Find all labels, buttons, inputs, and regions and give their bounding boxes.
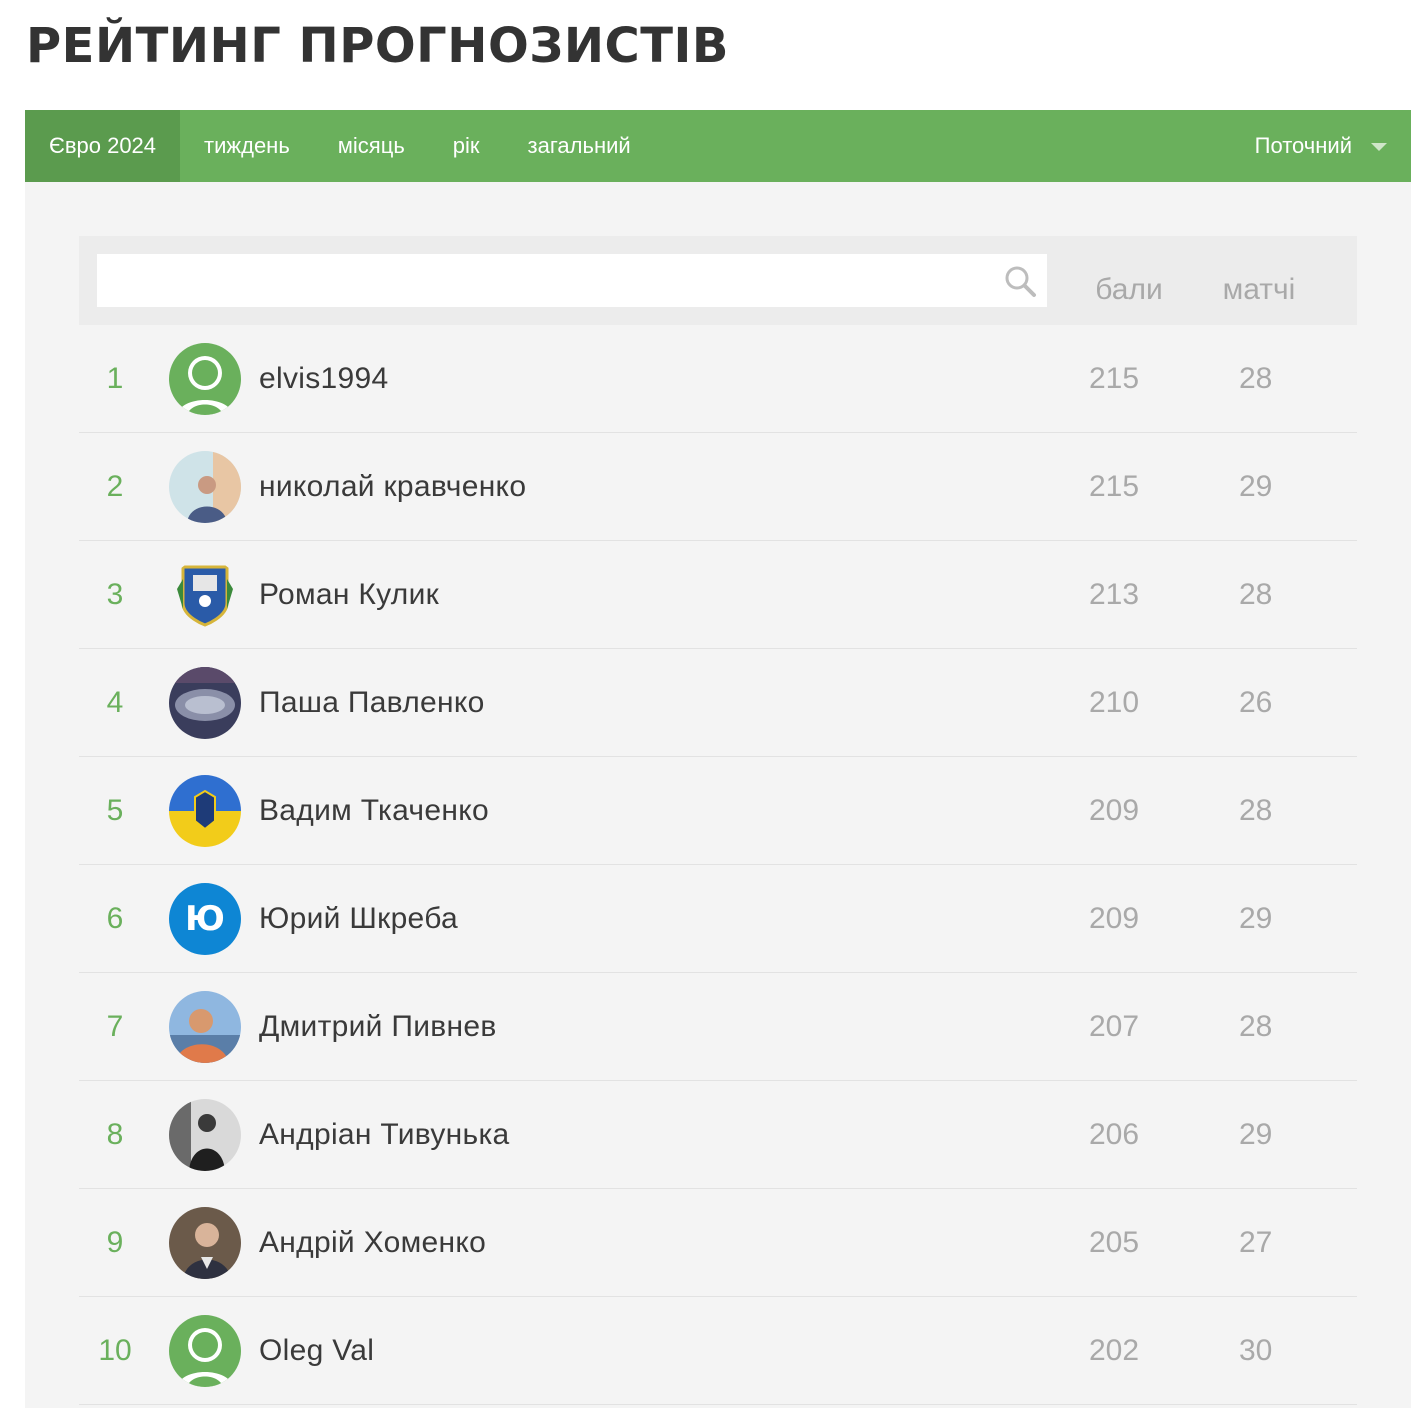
points-value: 209 [1089,902,1140,935]
avatar[interactable] [169,775,241,847]
rank-number: 2 [106,470,124,503]
matches-value: 29 [1239,470,1273,503]
period-tabbar: Євро 2024 тиждень місяць рік загальний П… [25,110,1411,182]
matches-value: 28 [1239,578,1273,611]
user-name-link[interactable]: николай кравченко [259,433,526,540]
user-name-link[interactable]: elvis1994 [259,325,388,432]
matches-value: 29 [1239,902,1273,935]
points-value: 213 [1089,578,1140,611]
avatar[interactable] [169,991,241,1063]
rank-number: 4 [106,686,124,719]
search-field [97,254,1047,307]
tab-spacer [655,110,1255,182]
matches-value: 28 [1239,1010,1273,1043]
table-row[interactable]: 8 Андріан Тивунька 206 29 [79,1081,1357,1189]
matches-value: 30 [1239,1334,1273,1367]
avatar[interactable]: Ю [169,883,241,955]
page-title: РЕЙТИНГ ПРОГНОЗИСТІВ [26,18,729,74]
points-value: 202 [1089,1334,1140,1367]
avatar[interactable] [169,451,241,523]
tab-month[interactable]: місяць [314,110,429,182]
user-name-link[interactable]: Андріан Тивунька [259,1081,510,1188]
period-dropdown[interactable]: Поточний [1255,110,1411,182]
rank-number: 8 [106,1118,124,1151]
avatar[interactable] [169,667,241,739]
table-row[interactable]: 1 elvis1994 215 28 [79,325,1357,433]
points-value: 207 [1089,1010,1140,1043]
points-value: 215 [1089,470,1140,503]
points-value: 209 [1089,794,1140,827]
rank-number: 10 [98,1334,132,1367]
tab-euro-2024[interactable]: Євро 2024 [25,110,181,182]
avatar[interactable] [169,343,241,415]
avatar[interactable] [169,559,241,631]
table-row[interactable]: 2 николай кравченко 215 29 [79,433,1357,541]
table-row[interactable]: 9 Андрій Хоменко 205 27 [79,1189,1357,1297]
rating-panel: бали матчі 1 elvis1994 215 28 2 николай кравч… [25,182,1411,1408]
points-value: 205 [1089,1226,1140,1259]
points-value: 215 [1089,362,1140,395]
table-row[interactable]: 5 Вадим Ткаченко 209 28 [79,757,1357,865]
rank-number: 9 [106,1226,124,1259]
user-name-link[interactable]: Oleg Val [259,1297,374,1404]
tab-year[interactable]: рік [429,110,504,182]
user-name-link[interactable]: Андрій Хоменко [259,1189,486,1296]
points-value: 206 [1089,1118,1140,1151]
user-name-link[interactable]: Дмитрий Пивнев [259,973,497,1080]
rating-table: бали матчі 1 elvis1994 215 28 2 николай кравч… [79,236,1357,1405]
search-input[interactable] [97,254,1009,307]
search-icon[interactable] [1003,264,1037,298]
avatar-letter: Ю [169,883,241,955]
rank-number: 5 [106,794,124,827]
user-name-link[interactable]: Паша Павленко [259,649,485,756]
table-row[interactable]: 3 Роман Кулик 213 28 [79,541,1357,649]
rank-number: 7 [106,1010,124,1043]
points-value: 210 [1089,686,1140,719]
table-row[interactable]: 4 Паша Павленко 210 26 [79,649,1357,757]
table-header: бали матчі [79,236,1357,325]
matches-value: 28 [1239,794,1273,827]
table-row[interactable]: 7 Дмитрий Пивнев 207 28 [79,973,1357,1081]
matches-value: 29 [1239,1118,1273,1151]
table-row[interactable]: 10 Oleg Val 202 30 [79,1297,1357,1405]
avatar[interactable] [169,1207,241,1279]
user-name-link[interactable]: Юрий Шкреба [259,865,458,972]
matches-value: 28 [1239,362,1273,395]
avatar[interactable] [169,1099,241,1171]
rank-number: 6 [106,902,124,935]
period-dropdown-value: Поточний [1254,133,1352,158]
rank-number: 1 [106,362,124,395]
matches-value: 27 [1239,1226,1273,1259]
rating-rows: 1 elvis1994 215 28 2 николай кравченко 215 29 3 Р… [79,325,1357,1405]
user-name-link[interactable]: Вадим Ткаченко [259,757,489,864]
rank-number: 3 [106,578,124,611]
user-name-link[interactable]: Роман Кулик [259,541,439,648]
matches-value: 26 [1239,686,1273,719]
table-row[interactable]: 6 Ю Юрий Шкреба 209 29 [79,865,1357,973]
avatar[interactable] [169,1315,241,1387]
tab-overall[interactable]: загальний [504,110,655,182]
tab-week[interactable]: тиждень [180,110,314,182]
chevron-down-icon [1371,143,1387,151]
